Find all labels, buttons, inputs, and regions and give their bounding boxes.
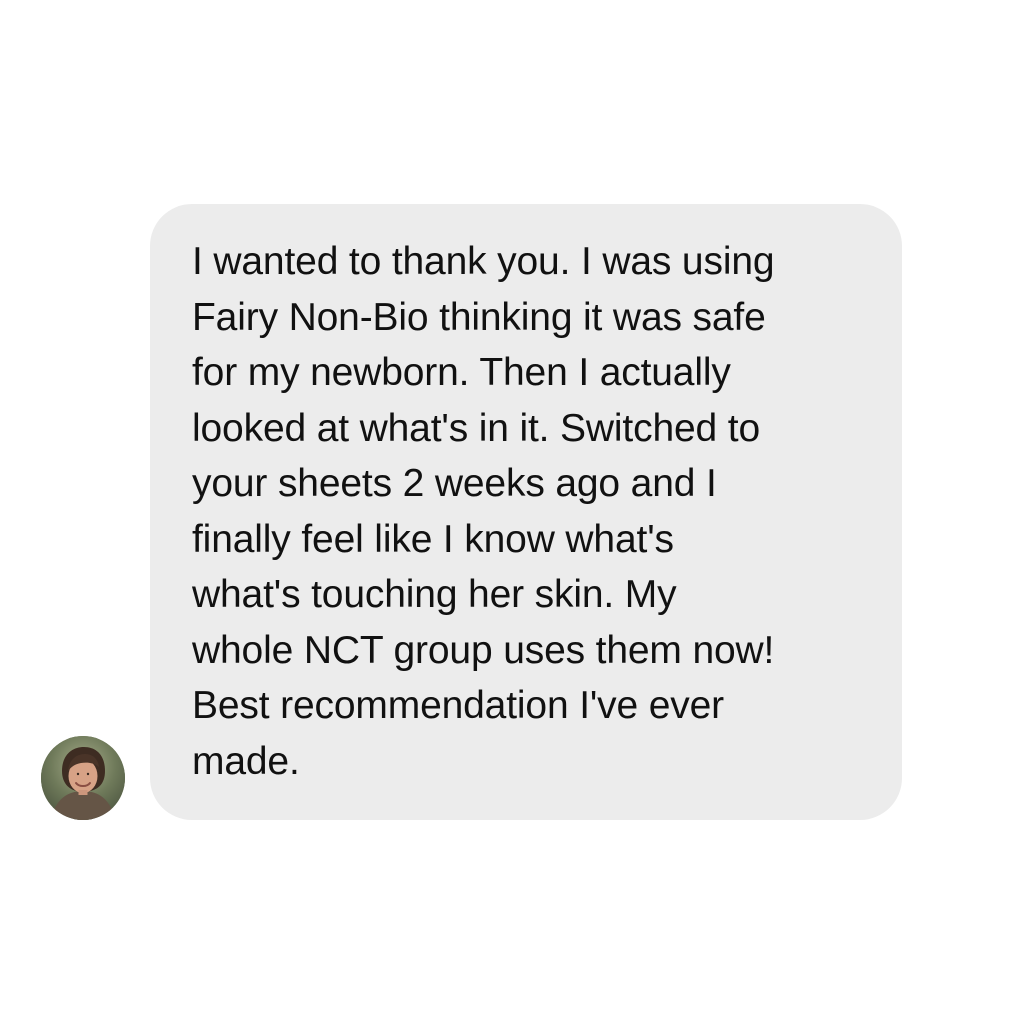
message-text: I wanted to thank you. I was using Fairy… <box>192 240 775 783</box>
avatar[interactable] <box>41 736 125 820</box>
message-row: I wanted to thank you. I was using Fairy… <box>40 204 902 820</box>
message-bubble: I wanted to thank you. I was using Fairy… <box>150 204 902 820</box>
chat-screen: I wanted to thank you. I was using Fairy… <box>0 0 1024 1024</box>
person-avatar-icon <box>41 736 125 820</box>
